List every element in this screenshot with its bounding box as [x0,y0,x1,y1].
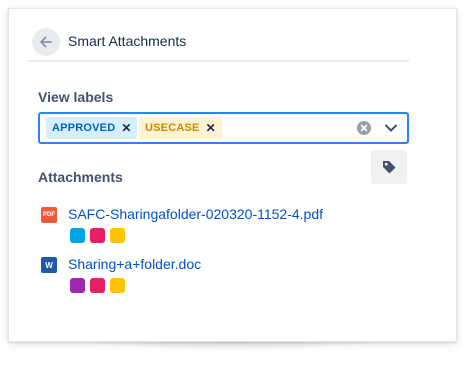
attachment-link[interactable]: SAFC-Sharingafolder-020320-1152-4.pdf [68,206,323,222]
dropdown-toggle[interactable] [382,119,400,137]
label-tag-usecase: USECASE ✕ [139,117,222,139]
chevron-down-icon [385,124,397,132]
back-button[interactable] [32,28,60,56]
attachment-item: W Sharing+a+folder.doc [38,256,398,300]
label-dot-yellow [110,228,125,243]
arrow-left-icon [40,36,52,48]
word-file-icon: W [41,257,57,273]
attachment-label-dots [70,228,130,243]
clear-selection-icon[interactable] [357,121,371,135]
screenshot-stage: Smart Attachments View labels APPROVED ✕… [0,0,465,369]
manage-labels-button[interactable] [371,150,407,184]
view-labels-select[interactable]: APPROVED ✕ USECASE ✕ [38,112,409,144]
attachment-label-dots [70,278,130,293]
label-dot-pink [90,278,105,293]
remove-tag-icon[interactable]: ✕ [206,122,216,134]
attachment-item: PDF SAFC-Sharingafolder-020320-1152-4.pd… [38,206,398,250]
pdf-file-icon: PDF [41,207,57,223]
label-dot-yellow [110,278,125,293]
panel-title: Smart Attachments [68,33,187,49]
x-icon [360,124,368,132]
label-dot-pink [90,228,105,243]
view-labels-heading: View labels [38,89,114,105]
remove-tag-icon[interactable]: ✕ [121,122,131,134]
label-tag-approved: APPROVED ✕ [46,117,138,139]
tag-text: USECASE [145,122,200,134]
tag-icon [383,161,396,174]
attachment-link[interactable]: Sharing+a+folder.doc [68,256,201,272]
label-dot-purple [70,278,85,293]
tag-text: APPROVED [52,122,116,134]
label-dot-blue [70,228,85,243]
panel-header: Smart Attachments [28,26,409,62]
attachments-heading: Attachments [38,169,123,185]
